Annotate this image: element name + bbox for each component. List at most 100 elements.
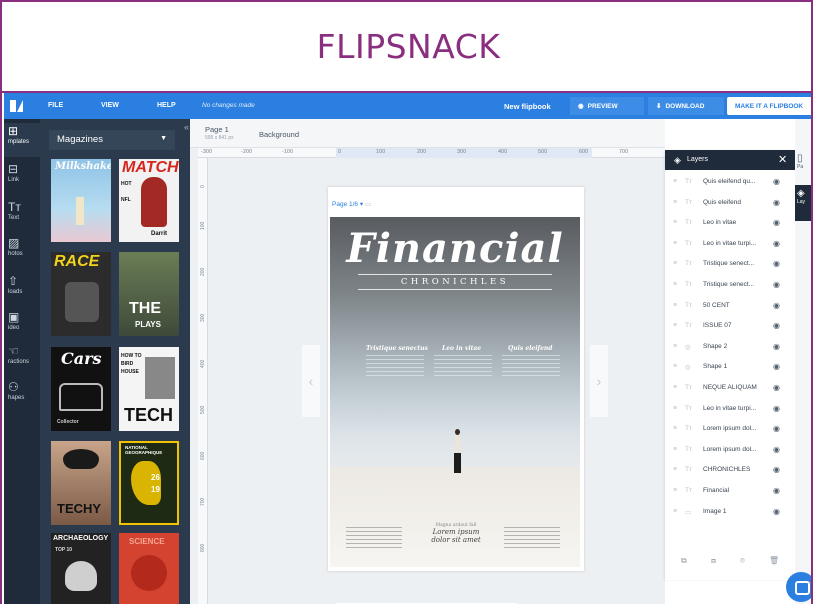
- layer-row[interactable]: ≡ Tт CHRONICHLES ◉: [665, 460, 795, 480]
- cover-match[interactable]: MATCH HOT NFL Darrit: [119, 159, 179, 242]
- layer-row[interactable]: ≡ Tт Leo in vitae ◉: [665, 213, 795, 233]
- rail-text[interactable]: Tт Text: [4, 201, 40, 221]
- page-indicator[interactable]: Page 1/6 ▾ ▭: [332, 200, 371, 208]
- eye-icon[interactable]: ◉: [773, 486, 780, 495]
- layer-row[interactable]: ≡ ▭ Image 1 ◉: [665, 502, 795, 522]
- layer-row[interactable]: ≡ Tт Leo in vitae turpi... ◉: [665, 399, 795, 419]
- layer-row[interactable]: ≡ Tт Quis eleifend ◉: [665, 193, 795, 213]
- menu-view[interactable]: VIEW: [101, 102, 119, 109]
- layer-row[interactable]: ≡ Tт Lorem ipsum dol... ◉: [665, 440, 795, 460]
- eye-icon[interactable]: ◉: [773, 362, 780, 371]
- rail-uploads[interactable]: ⇧ loads: [4, 275, 40, 295]
- drag-handle-icon[interactable]: ≡: [673, 219, 677, 226]
- rail-shapes[interactable]: ⚇ hapes: [4, 381, 40, 401]
- layer-row[interactable]: ≡ Tт 50 CENT ◉: [665, 296, 795, 316]
- page-canvas[interactable]: Page 1/6 ▾ ▭ Financial CHRONICHLES Trist…: [328, 187, 584, 571]
- cover-techy[interactable]: TECHY: [51, 441, 111, 525]
- copy-icon[interactable]: ⧈: [711, 556, 716, 566]
- drag-handle-icon[interactable]: ≡: [673, 343, 677, 350]
- drag-handle-icon[interactable]: ≡: [673, 260, 677, 267]
- drag-handle-icon[interactable]: ≡: [673, 302, 677, 309]
- cover-footer-text-left[interactable]: [346, 527, 402, 549]
- flipsnack-logo-icon[interactable]: [10, 99, 24, 113]
- cover-heading-1[interactable]: Tristique senectus: [366, 345, 428, 352]
- cover-body-text-2[interactable]: [434, 355, 492, 379]
- drag-handle-icon[interactable]: ≡: [673, 487, 677, 494]
- layer-row[interactable]: ≡ Tт ISSUE 07 ◉: [665, 316, 795, 336]
- eye-icon[interactable]: ◉: [773, 424, 780, 433]
- cover-body-text-1[interactable]: [366, 355, 424, 379]
- drag-handle-icon[interactable]: ≡: [673, 199, 677, 206]
- rail-video[interactable]: ▣ ideo: [4, 311, 40, 331]
- drag-handle-icon[interactable]: ≡: [673, 384, 677, 391]
- menu-help[interactable]: HELP: [157, 102, 176, 109]
- drag-handle-icon[interactable]: ≡: [673, 322, 677, 329]
- cover-subtitle[interactable]: CHRONICHLES: [330, 277, 580, 287]
- cover-nat-geo[interactable]: NATIONAL GEOGRAPHIQUE 26 19: [119, 441, 179, 525]
- tab-page-1[interactable]: Page 1 595 x 841 px: [205, 125, 234, 141]
- eye-icon[interactable]: ◉: [773, 383, 780, 392]
- eye-icon[interactable]: ◉: [773, 259, 780, 268]
- layer-row[interactable]: ≡ Tт Tristique senect... ◉: [665, 275, 795, 295]
- drag-handle-icon[interactable]: ≡: [673, 446, 677, 453]
- preview-button[interactable]: ◉ PREVIEW: [570, 97, 644, 115]
- cover-footer-center[interactable]: Magna ardaut fall Lorem ipsum dolor sit …: [425, 523, 487, 544]
- rail-templates[interactable]: ⊞ mplates: [4, 123, 40, 157]
- cover-cars[interactable]: Cars Collector: [51, 347, 111, 431]
- drag-handle-icon[interactable]: ≡: [673, 466, 677, 473]
- cover-the-plays[interactable]: THE PLAYS: [119, 252, 179, 336]
- right-tab-layers[interactable]: ◈ Lay: [795, 185, 811, 221]
- cover-heading-3[interactable]: Quis eleifend: [508, 345, 552, 352]
- eye-icon[interactable]: ◉: [773, 198, 780, 207]
- eye-icon[interactable]: ◉: [773, 507, 780, 516]
- layer-row[interactable]: ≡ Tт Quis eleifend qu... ◉: [665, 172, 795, 192]
- make-flipbook-button[interactable]: MAKE IT A FLIPBOOK: [727, 97, 811, 115]
- lock-icon[interactable]: ⌾: [740, 556, 745, 566]
- collapse-panel-icon[interactable]: «: [184, 122, 189, 132]
- right-tab-page[interactable]: ▯ Pa: [797, 153, 811, 175]
- cover-body-text-3[interactable]: [502, 355, 560, 379]
- prev-page-arrow[interactable]: ‹: [302, 345, 320, 417]
- cover-masthead[interactable]: Financial: [330, 225, 580, 272]
- drag-handle-icon[interactable]: ≡: [673, 240, 677, 247]
- cover-heading-2[interactable]: Leo in vitae: [442, 345, 481, 352]
- tab-background[interactable]: Background: [259, 130, 299, 139]
- cover-race[interactable]: RACE: [51, 252, 111, 336]
- eye-icon[interactable]: ◉: [773, 301, 780, 310]
- eye-icon[interactable]: ◉: [773, 445, 780, 454]
- eye-icon[interactable]: ◉: [773, 465, 780, 474]
- layer-row[interactable]: ≡ Tт Financial ◉: [665, 481, 795, 501]
- eye-icon[interactable]: ◉: [773, 342, 780, 351]
- cover-science[interactable]: SCIENCE: [119, 533, 179, 604]
- eye-icon[interactable]: ◉: [773, 280, 780, 289]
- layer-row[interactable]: ≡ Tт Lorem ipsum dol... ◉: [665, 419, 795, 439]
- close-icon[interactable]: ✕: [778, 153, 787, 166]
- chat-support-button[interactable]: [786, 572, 811, 602]
- cover-footer-text-right[interactable]: [504, 527, 560, 549]
- layer-row[interactable]: ≡ Tт Leo in vitae turpi... ◉: [665, 234, 795, 254]
- eye-icon[interactable]: ◉: [773, 177, 780, 186]
- eye-icon[interactable]: ◉: [773, 218, 780, 227]
- drag-handle-icon[interactable]: ≡: [673, 508, 677, 515]
- layer-row[interactable]: ≡ Tт Tristique senect... ◉: [665, 254, 795, 274]
- drag-handle-icon[interactable]: ≡: [673, 178, 677, 185]
- cover-milkshake[interactable]: Milkshake: [51, 159, 111, 242]
- drag-handle-icon[interactable]: ≡: [673, 425, 677, 432]
- eye-icon[interactable]: ◉: [773, 321, 780, 330]
- layer-row[interactable]: ≡ ◎ Shape 1 ◉: [665, 357, 795, 377]
- layer-row[interactable]: ≡ ◎ Shape 2 ◉: [665, 337, 795, 357]
- document-title[interactable]: New flipbook: [504, 102, 551, 111]
- rail-photos[interactable]: ▨ hotos: [4, 237, 40, 257]
- category-select[interactable]: Magazines ▼: [49, 130, 175, 150]
- next-page-arrow[interactable]: ›: [590, 345, 608, 417]
- duplicate-icon[interactable]: ⧉: [681, 556, 687, 566]
- download-button[interactable]: ⬇ DOWNLOAD: [648, 97, 724, 115]
- drag-handle-icon[interactable]: ≡: [673, 281, 677, 288]
- rail-interactions[interactable]: ☜ ractions: [4, 345, 40, 365]
- drag-handle-icon[interactable]: ≡: [673, 405, 677, 412]
- rail-link[interactable]: ⊟ Link: [4, 163, 40, 183]
- drag-handle-icon[interactable]: ≡: [673, 363, 677, 370]
- cover-tech[interactable]: HOW TO BIRD HOUSE TECH: [119, 347, 179, 431]
- eye-icon[interactable]: ◉: [773, 404, 780, 413]
- layer-row[interactable]: ≡ Tт NEQUE ALIQUAM ◉: [665, 378, 795, 398]
